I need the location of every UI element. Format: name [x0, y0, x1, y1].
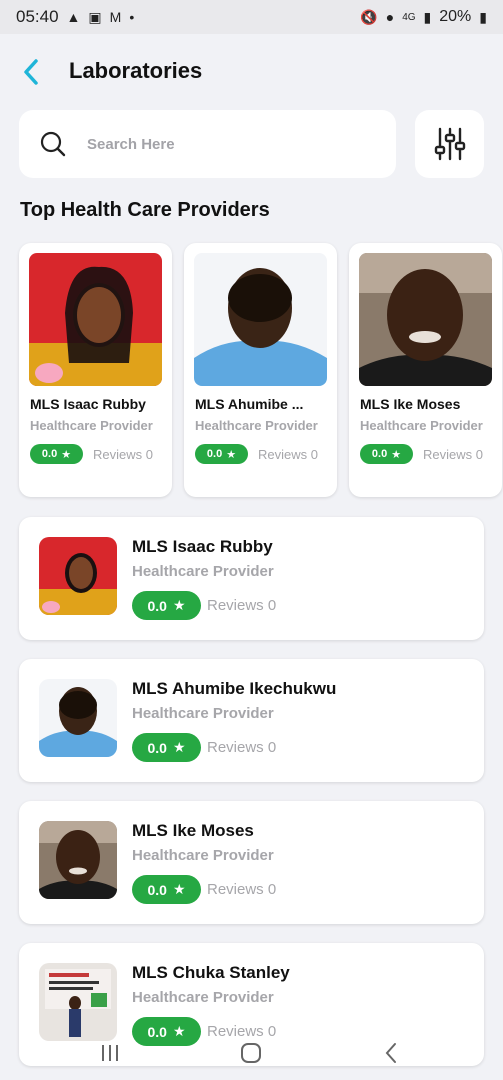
rating-badge: 0.0 ★: [132, 591, 201, 620]
top-providers-row: MLS Isaac Rubby Healthcare Provider 0.0 …: [19, 243, 503, 498]
rating-badge: 0.0 ★: [30, 444, 83, 464]
provider-list-item[interactable]: MLS Isaac Rubby Healthcare Provider 0.0 …: [19, 517, 484, 640]
provider-role: Healthcare Provider: [132, 563, 274, 580]
mute-icon: 🔇: [360, 8, 378, 25]
rating-value: 0.0: [371, 448, 388, 460]
section-title: Top Health Care Providers: [20, 199, 270, 221]
provider-role: Healthcare Provider: [132, 705, 274, 722]
rating-value: 0.0: [147, 881, 167, 898]
chevron-left-icon: [385, 1043, 396, 1063]
provider-role: Healthcare Provider: [360, 418, 483, 433]
star-icon: ★: [172, 739, 186, 755]
reviews-count: Reviews 0: [207, 597, 277, 614]
rating-value: 0.0: [147, 739, 167, 756]
star-icon: ★: [172, 597, 186, 613]
rating-badge: 0.0 ★: [195, 444, 248, 464]
provider-photo: [29, 253, 162, 386]
header: Laboratories: [0, 52, 503, 92]
page-title: Laboratories: [69, 58, 203, 83]
system-nav-bar: [0, 1030, 503, 1080]
home-icon: [241, 1043, 261, 1063]
provider-name: MLS Isaac Rubby: [132, 537, 273, 556]
provider-photo: [39, 537, 117, 615]
rating-badge: 0.0 ★: [132, 875, 201, 904]
top-provider-card[interactable]: MLS Ike Moses Healthcare Provider 0.0 ★ …: [349, 243, 502, 497]
provider-list-item[interactable]: MLS Ahumibe Ikechukwu Healthcare Provide…: [19, 659, 484, 782]
provider-photo: [39, 821, 117, 899]
star-icon: ★: [226, 448, 237, 461]
rating-value: 0.0: [147, 597, 167, 614]
reviews-count: Reviews 0: [207, 881, 277, 898]
star-icon: ★: [61, 448, 72, 461]
reviews-count: Reviews 0: [423, 447, 483, 462]
provider-role: Healthcare Provider: [30, 418, 153, 433]
provider-list-item[interactable]: MLS Ike Moses Healthcare Provider 0.0 ★ …: [19, 801, 484, 924]
rating-value: 0.0: [41, 448, 58, 460]
recent-apps-icon: [102, 1045, 118, 1061]
provider-photo: [194, 253, 327, 386]
filter-button[interactable]: [415, 110, 484, 178]
status-time: 05:40: [16, 7, 59, 26]
warning-icon: ▲: [66, 9, 81, 25]
mail-icon: M: [109, 9, 122, 25]
provider-name: MLS Isaac Rubby: [30, 396, 146, 412]
provider-photo: [39, 679, 117, 757]
reviews-count: Reviews 0: [258, 447, 318, 462]
provider-name: MLS Ike Moses: [132, 821, 254, 840]
back-button[interactable]: [22, 56, 46, 88]
search-placeholder: Search Here: [87, 135, 175, 153]
rating-value: 0.0: [206, 448, 223, 460]
provider-name: MLS Ahumibe ...: [195, 396, 304, 412]
provider-role: Healthcare Provider: [195, 418, 318, 433]
reviews-count: Reviews 0: [207, 739, 277, 756]
top-provider-card[interactable]: MLS Isaac Rubby Healthcare Provider 0.0 …: [19, 243, 172, 497]
home-button[interactable]: [236, 1040, 266, 1066]
provider-name: MLS Ahumibe Ikechukwu: [132, 679, 337, 698]
dot-icon: •: [129, 9, 135, 25]
battery-level: 20%: [439, 8, 472, 25]
chevron-left-icon: [24, 59, 38, 85]
signal-icon: ▮: [423, 8, 432, 25]
image-icon: ▣: [88, 8, 102, 25]
provider-photo: [359, 253, 492, 386]
sliders-icon: [434, 127, 465, 161]
provider-role: Healthcare Provider: [132, 847, 274, 864]
search-input[interactable]: Search Here: [19, 110, 396, 178]
star-icon: ★: [391, 448, 402, 461]
star-icon: ★: [172, 881, 186, 897]
network-label: 4G: [402, 11, 416, 23]
rating-badge: 0.0 ★: [360, 444, 413, 464]
status-bar: 05:40 ▲ ▣ M • 🔇 ● 4G ▮ 20% ▮: [0, 0, 503, 34]
recent-apps-button[interactable]: [95, 1040, 125, 1066]
location-icon: ●: [385, 9, 395, 25]
system-back-button[interactable]: [376, 1040, 406, 1066]
search-icon: [40, 131, 66, 157]
provider-name: MLS Ike Moses: [360, 396, 461, 412]
provider-name: MLS Chuka Stanley: [132, 963, 290, 982]
provider-role: Healthcare Provider: [132, 989, 274, 1006]
rating-badge: 0.0 ★: [132, 733, 201, 762]
top-provider-card[interactable]: MLS Ahumibe ... Healthcare Provider 0.0 …: [184, 243, 337, 497]
battery-icon: ▮: [479, 8, 487, 25]
reviews-count: Reviews 0: [93, 447, 153, 462]
